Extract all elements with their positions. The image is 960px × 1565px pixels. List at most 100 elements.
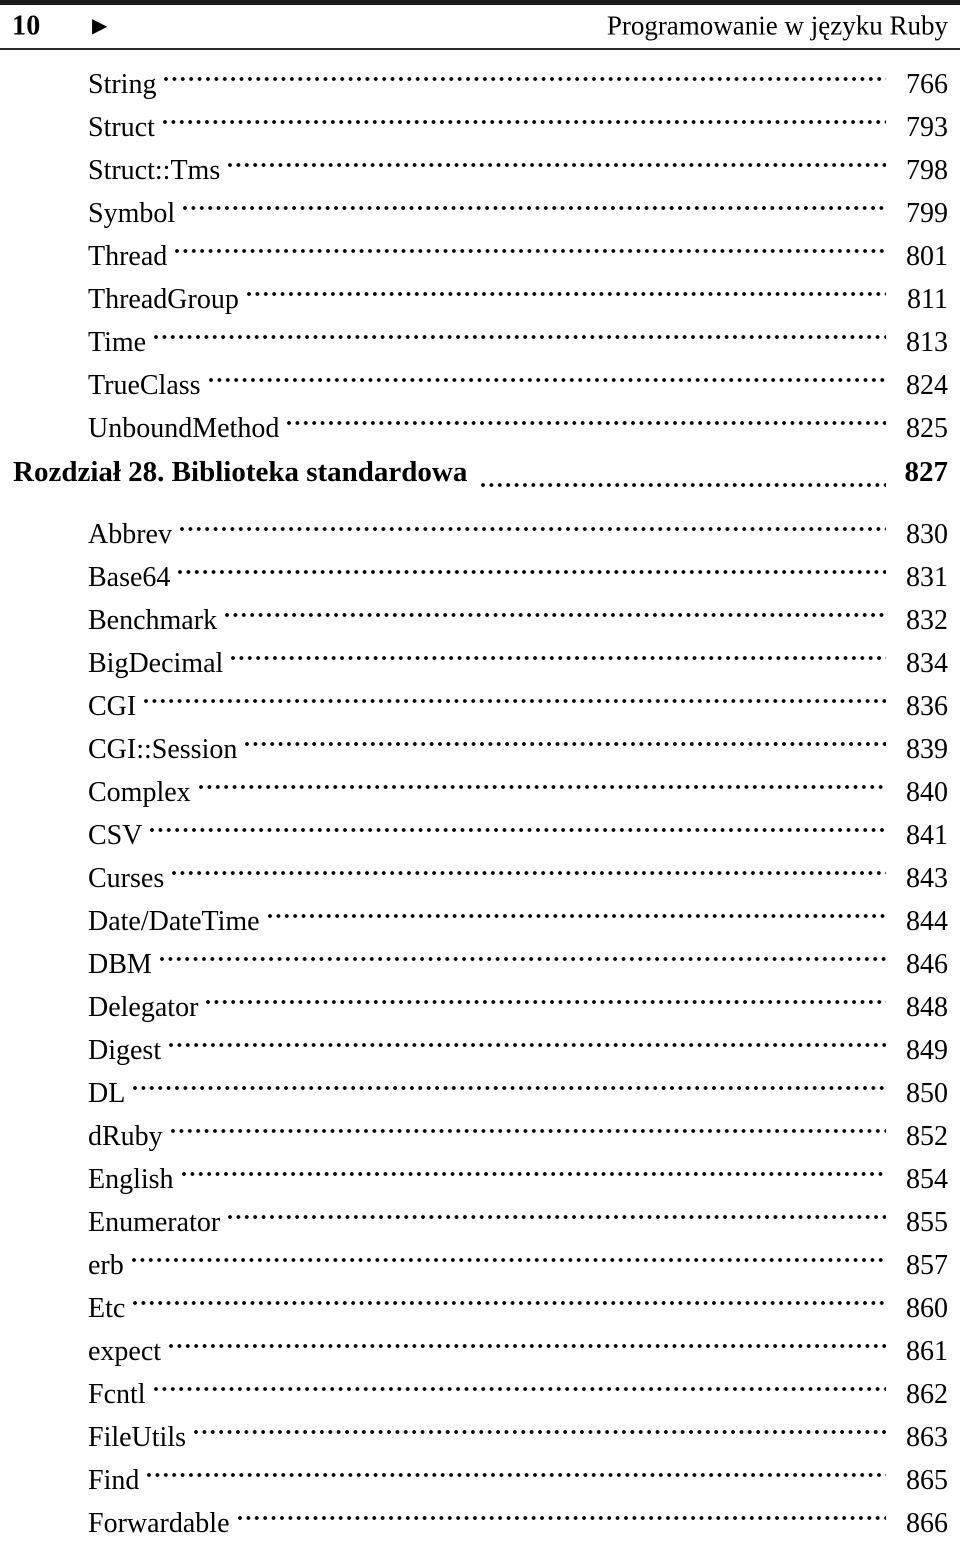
toc-entry-page-number: 831 <box>906 562 948 593</box>
toc-entry-page-number: 861 <box>906 1336 948 1367</box>
toc-entry-label: Base64 <box>88 562 171 593</box>
toc-entry-page-number: 834 <box>906 648 948 679</box>
toc-chapter-row[interactable]: Rozdział 28. Biblioteka standardowa 827 <box>0 437 960 500</box>
toc-entry-label: Benchmark <box>88 605 218 636</box>
dot-leader <box>178 543 886 586</box>
toc-entry-label: String <box>88 69 157 100</box>
dot-leader <box>246 265 886 308</box>
dot-leader <box>147 1446 886 1489</box>
toc-entry-page-number: 865 <box>906 1465 948 1496</box>
toc-entry-label: TrueClass <box>88 370 201 401</box>
toc-entry-page-number: 850 <box>906 1078 948 1109</box>
toc-entry-page-number: 866 <box>906 1508 948 1539</box>
toc-entry-label: Struct <box>88 112 155 143</box>
toc-entry-row[interactable]: Etc 860 <box>0 1274 960 1324</box>
dot-leader <box>164 50 886 93</box>
toc-entry-label: CGI <box>88 691 137 722</box>
toc-entry-page-number: 830 <box>906 519 948 550</box>
dot-leader <box>144 672 886 715</box>
dot-leader <box>228 1188 886 1231</box>
toc-entry-page-number: 813 <box>906 327 948 358</box>
toc-entry-label: Rozdział 28. Biblioteka standardowa <box>13 456 468 488</box>
toc-entry-page-number: 798 <box>906 155 948 186</box>
toc-entry-page-number: 855 <box>906 1207 948 1238</box>
toc-entry-label: erb <box>88 1250 124 1281</box>
toc-entry-row[interactable]: Abbrev 830 <box>0 500 960 550</box>
toc-entry-label: Time <box>88 327 147 358</box>
toc-entry-label: Thread <box>88 241 168 272</box>
right-triangle-icon: ▶ <box>92 14 108 37</box>
toc-entry-page-number: 841 <box>906 820 948 851</box>
toc-entry-label: English <box>88 1164 174 1195</box>
toc-entry-page-number: 840 <box>906 777 948 808</box>
toc-entry-page-number: 836 <box>906 691 948 722</box>
toc-entry-page-number: 811 <box>907 284 948 315</box>
toc-entry-row[interactable]: String 766 <box>0 50 960 100</box>
toc-entry-row[interactable]: Curses 843 <box>0 844 960 894</box>
dot-leader <box>194 1403 886 1446</box>
toc-entry-label: Etc <box>88 1293 126 1324</box>
toc-entry-page-number: 844 <box>906 906 948 937</box>
dot-leader <box>131 1231 886 1274</box>
toc-entry-page-number: 799 <box>906 198 948 229</box>
dot-leader <box>245 715 886 758</box>
toc-entry-label: DL <box>88 1078 126 1109</box>
toc-entry-row[interactable]: DL 850 <box>0 1059 960 1109</box>
toc-entry-row[interactable]: expect 861 <box>0 1317 960 1367</box>
toc-entry-page-number: 824 <box>906 370 948 401</box>
dot-leader <box>153 1360 886 1403</box>
dot-leader <box>133 1274 886 1317</box>
toc-entry-label: Forwardable <box>88 1508 230 1539</box>
toc-entry-label: Symbol <box>88 198 176 229</box>
toc-entry-row[interactable]: Forwardable 866 <box>0 1489 960 1539</box>
toc-entry-label: Find <box>88 1465 140 1496</box>
dot-leader <box>154 308 886 351</box>
dot-leader <box>225 586 886 629</box>
toc-entry-label: DBM <box>88 949 152 980</box>
dot-leader <box>150 801 886 844</box>
dot-leader <box>237 1489 886 1532</box>
dot-leader <box>181 1145 886 1188</box>
toc-entry-page-number: 854 <box>906 1164 948 1195</box>
toc-entry-label: Fcntl <box>88 1379 146 1410</box>
dot-leader <box>169 1016 886 1059</box>
dot-leader <box>206 973 886 1016</box>
toc-entry-page-number: 860 <box>906 1293 948 1324</box>
toc-entry-page-number: 843 <box>906 863 948 894</box>
toc-entry-page-number: 793 <box>906 112 948 143</box>
dot-leader <box>162 93 886 136</box>
dot-leader <box>267 887 886 930</box>
toc-entry-row[interactable]: dRuby 852 <box>0 1102 960 1152</box>
page-folio-number: 10 <box>12 9 41 41</box>
dot-leader <box>287 394 886 437</box>
dot-leader <box>133 1059 886 1102</box>
toc-entry-page-number: 766 <box>906 69 948 100</box>
toc-entry-label: dRuby <box>88 1121 163 1152</box>
toc-entry-page-number: 832 <box>906 605 948 636</box>
toc-entry-label: Abbrev <box>88 519 172 550</box>
dot-leader <box>183 179 886 222</box>
dot-leader <box>228 136 886 179</box>
toc-entry-row[interactable]: erb 857 <box>0 1231 960 1281</box>
toc-entry-page-number: 862 <box>906 1379 948 1410</box>
dot-leader <box>481 444 886 500</box>
running-header-content: 10 ▶ Programowanie w języku Ruby <box>0 5 960 48</box>
toc-entry-page-number: 863 <box>906 1422 948 1453</box>
table-of-contents: String 766 Struct 793 Struct::Tms 798 Symbol 79… <box>0 50 960 1539</box>
book-title: Programowanie w języku Ruby <box>606 9 948 40</box>
dot-leader <box>231 629 886 672</box>
toc-entry-page-number: 848 <box>906 992 948 1023</box>
toc-entry-label: expect <box>88 1336 162 1367</box>
dot-leader <box>179 500 886 543</box>
toc-entry-page-number: 801 <box>906 241 948 272</box>
toc-entry-row[interactable]: CGI::Session 839 <box>0 715 960 765</box>
dot-leader <box>159 930 886 973</box>
toc-entry-row[interactable]: CGI 836 <box>0 672 960 722</box>
running-header: 10 ▶ Programowanie w języku Ruby <box>0 0 960 50</box>
toc-entry-page-number: 852 <box>906 1121 948 1152</box>
toc-entry-page-number: 857 <box>906 1250 948 1281</box>
dot-leader <box>172 844 886 887</box>
toc-entry-label: CSV <box>88 820 143 851</box>
toc-entry-label: Curses <box>88 863 165 894</box>
toc-entry-page-number: 849 <box>906 1035 948 1066</box>
